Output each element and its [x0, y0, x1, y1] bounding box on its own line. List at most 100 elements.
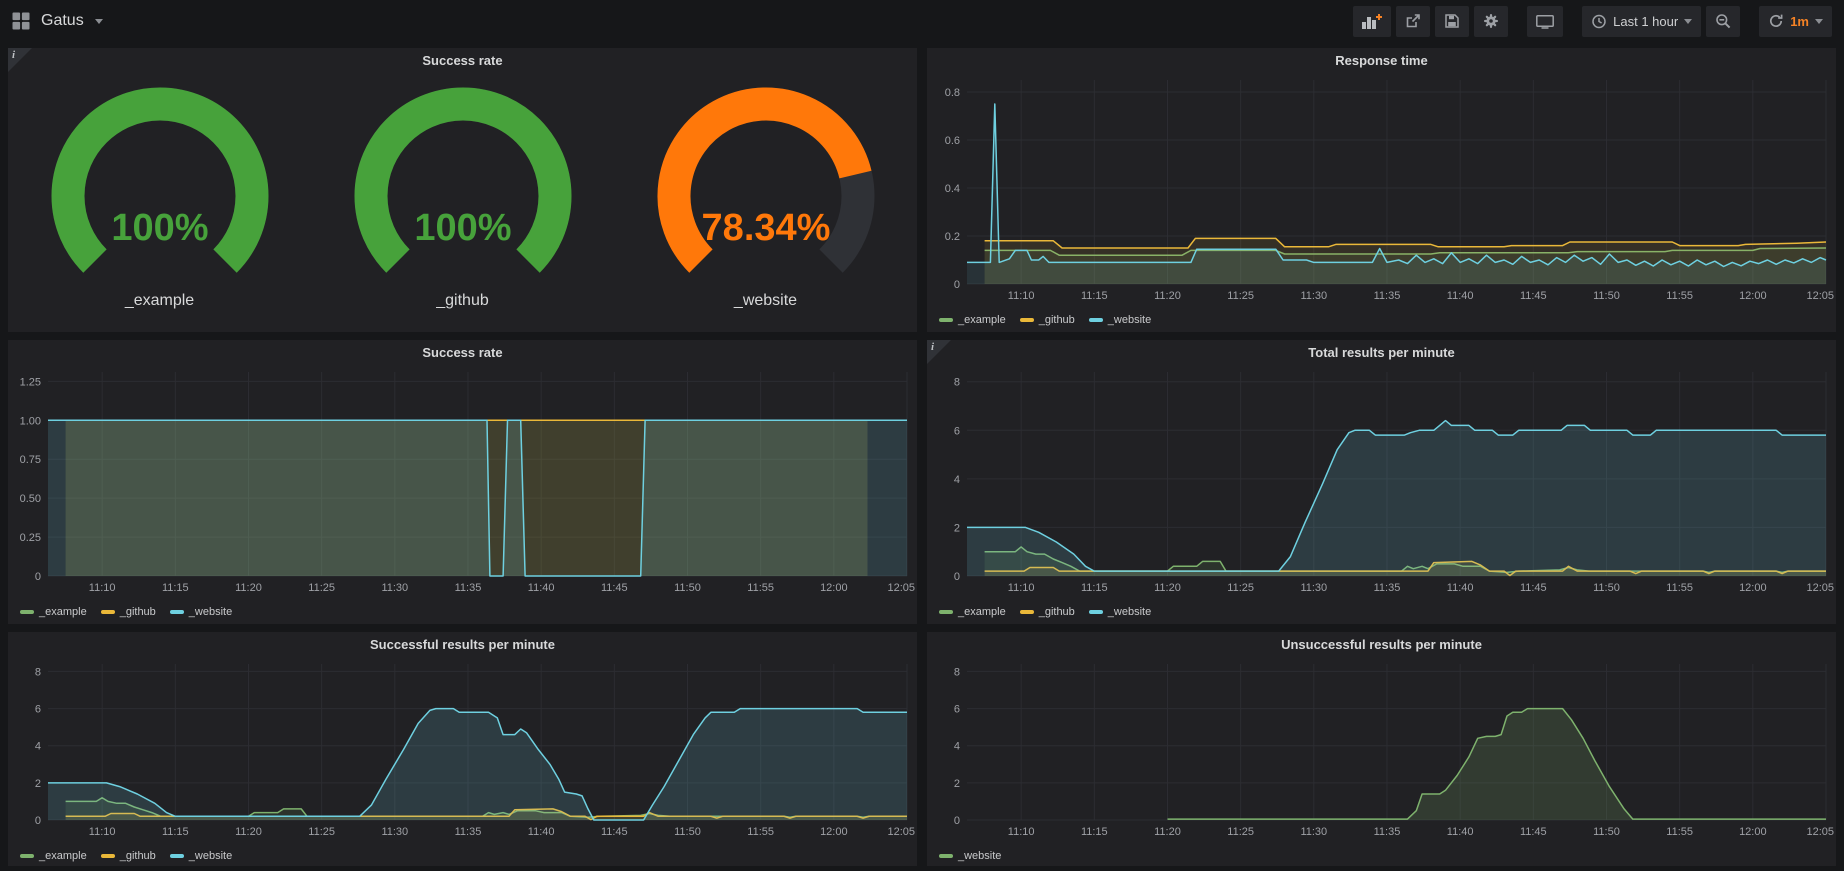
- refresh-icon: [1768, 13, 1784, 29]
- x-tick-label: 11:15: [162, 582, 189, 594]
- x-tick-label: 11:50: [1593, 290, 1620, 302]
- chevron-down-icon: [95, 19, 103, 24]
- x-tick-label: 11:45: [1520, 582, 1547, 594]
- y-tick-label: 0: [35, 571, 41, 583]
- legend-swatch: [20, 854, 34, 858]
- dashboard-title-dropdown[interactable]: Gatus: [12, 12, 103, 30]
- x-tick-label: 11:30: [1300, 826, 1327, 838]
- x-tick-label: 11:50: [1593, 582, 1620, 594]
- dashboard-row-3: Successful results per minute 11:10 11:15…: [8, 632, 1836, 866]
- save-dashboard-button[interactable]: [1435, 6, 1469, 37]
- x-tick-label: 11:55: [747, 582, 774, 594]
- legend-label: _website: [1108, 606, 1151, 618]
- zoom-out-button[interactable]: [1706, 6, 1740, 37]
- successful-results-chart[interactable]: 11:1011:1511:2011:2511:3011:3511:4011:45…: [8, 656, 917, 840]
- legend-item-_github[interactable]: _github: [101, 850, 156, 862]
- gauge-_example: 100%_example: [24, 84, 296, 310]
- refresh-picker[interactable]: 1m: [1759, 6, 1832, 37]
- response-time-chart[interactable]: 11:1011:1511:2011:2511:3011:3511:4011:45…: [927, 72, 1836, 304]
- legend-swatch: [101, 854, 115, 858]
- legend-swatch: [939, 854, 953, 858]
- x-tick-label: 12:05: [1806, 582, 1834, 594]
- x-tick-label: 11:30: [381, 826, 408, 838]
- cycle-view-mode-button[interactable]: [1527, 6, 1563, 37]
- successful-results-legend: _example _github _website: [8, 840, 917, 866]
- x-tick-label: 12:05: [887, 582, 915, 594]
- dashboards-grid-icon: [12, 12, 30, 30]
- x-tick-label: 11:25: [1227, 290, 1254, 302]
- x-tick-label: 11:40: [528, 582, 555, 594]
- panel-info-corner[interactable]: i: [927, 340, 951, 364]
- x-tick-label: 12:05: [887, 826, 915, 838]
- legend-item-_example[interactable]: _example: [939, 606, 1006, 618]
- total-results-chart[interactable]: 11:1011:1511:2011:2511:3011:3511:4011:45…: [927, 364, 1836, 596]
- legend-item-_example[interactable]: _example: [20, 850, 87, 862]
- y-tick-label: 6: [954, 704, 960, 716]
- x-tick-label: 12:00: [820, 826, 848, 838]
- panel-title[interactable]: Unsuccessful results per minute: [927, 632, 1836, 656]
- x-tick-label: 11:10: [1008, 290, 1035, 302]
- x-tick-label: 11:20: [1154, 826, 1181, 838]
- panel-title[interactable]: Success rate: [8, 340, 917, 364]
- x-tick-label: 11:30: [381, 582, 408, 594]
- legend-item-_example[interactable]: _example: [939, 314, 1006, 326]
- y-tick-label: 4: [35, 741, 41, 753]
- gauge-value: 78.34%: [701, 207, 830, 249]
- info-icon: i: [931, 341, 934, 353]
- dashboard-row-2: Success rate 11:1011:1511:2011:2511:3011…: [8, 340, 1836, 624]
- y-tick-label: 0: [954, 815, 960, 827]
- dashboard-settings-button[interactable]: [1474, 6, 1508, 37]
- x-tick-label: 11:30: [1300, 290, 1327, 302]
- panel-title[interactable]: Successful results per minute: [8, 632, 917, 656]
- x-tick-label: 11:35: [455, 826, 482, 838]
- legend-item-_github[interactable]: _github: [1020, 314, 1075, 326]
- legend-item-_website[interactable]: _website: [170, 606, 232, 618]
- y-tick-label: 6: [954, 425, 960, 437]
- legend-item-_website[interactable]: _website: [1089, 314, 1151, 326]
- time-range-picker[interactable]: Last 1 hour: [1582, 6, 1701, 37]
- share-dashboard-button[interactable]: [1396, 6, 1430, 37]
- panel-title[interactable]: Response time: [927, 48, 1836, 72]
- legend-item-_github[interactable]: _github: [1020, 606, 1075, 618]
- gauge-value: 100%: [414, 207, 511, 249]
- y-tick-label: 0.8: [945, 87, 960, 99]
- x-tick-label: 11:15: [1081, 290, 1108, 302]
- x-tick-label: 11:35: [1374, 826, 1401, 838]
- panel-response-time: Response time 11:1011:1511:2011:2511:301…: [927, 48, 1836, 332]
- x-tick-label: 11:20: [1154, 582, 1181, 594]
- y-tick-label: 6: [35, 704, 41, 716]
- legend-item-_example[interactable]: _example: [20, 606, 87, 618]
- x-tick-label: 12:00: [820, 582, 848, 594]
- panel-title[interactable]: Success rate: [8, 48, 917, 72]
- refresh-interval-label: 1m: [1790, 14, 1809, 29]
- panel-title[interactable]: Total results per minute: [927, 340, 1836, 364]
- clock-icon: [1591, 13, 1607, 29]
- legend-label: _example: [39, 850, 87, 862]
- gauge-label: _example: [125, 292, 194, 310]
- legend-swatch: [170, 854, 184, 858]
- legend-label: _website: [1108, 314, 1151, 326]
- info-icon: i: [12, 49, 15, 61]
- unsuccessful-results-chart[interactable]: 11:1011:1511:2011:2511:3011:3511:4011:45…: [927, 656, 1836, 840]
- chevron-down-icon: [1815, 19, 1823, 24]
- panel-total-results: i Total results per minute 11:1011:1511:…: [927, 340, 1836, 624]
- legend-item-_website[interactable]: _website: [170, 850, 232, 862]
- y-tick-label: 1.25: [20, 376, 41, 388]
- legend-item-_website[interactable]: _website: [939, 850, 1001, 862]
- response-time-legend: _example _github _website: [927, 304, 1836, 330]
- legend-swatch: [170, 610, 184, 614]
- legend-item-_github[interactable]: _github: [101, 606, 156, 618]
- x-tick-label: 11:45: [1520, 826, 1547, 838]
- panel-info-corner[interactable]: i: [8, 48, 32, 72]
- add-panel-button[interactable]: [1353, 6, 1391, 37]
- legend-label: _website: [189, 606, 232, 618]
- x-tick-label: 11:10: [1008, 826, 1035, 838]
- legend-label: _github: [120, 850, 156, 862]
- success-rate-chart[interactable]: 11:1011:1511:2011:2511:3011:3511:4011:45…: [8, 364, 917, 596]
- x-tick-label: 11:45: [1520, 290, 1547, 302]
- legend-item-_website[interactable]: _website: [1089, 606, 1151, 618]
- x-tick-label: 11:15: [162, 826, 189, 838]
- y-tick-label: 0: [35, 815, 41, 827]
- y-tick-label: 8: [954, 377, 960, 389]
- x-tick-label: 11:10: [89, 582, 116, 594]
